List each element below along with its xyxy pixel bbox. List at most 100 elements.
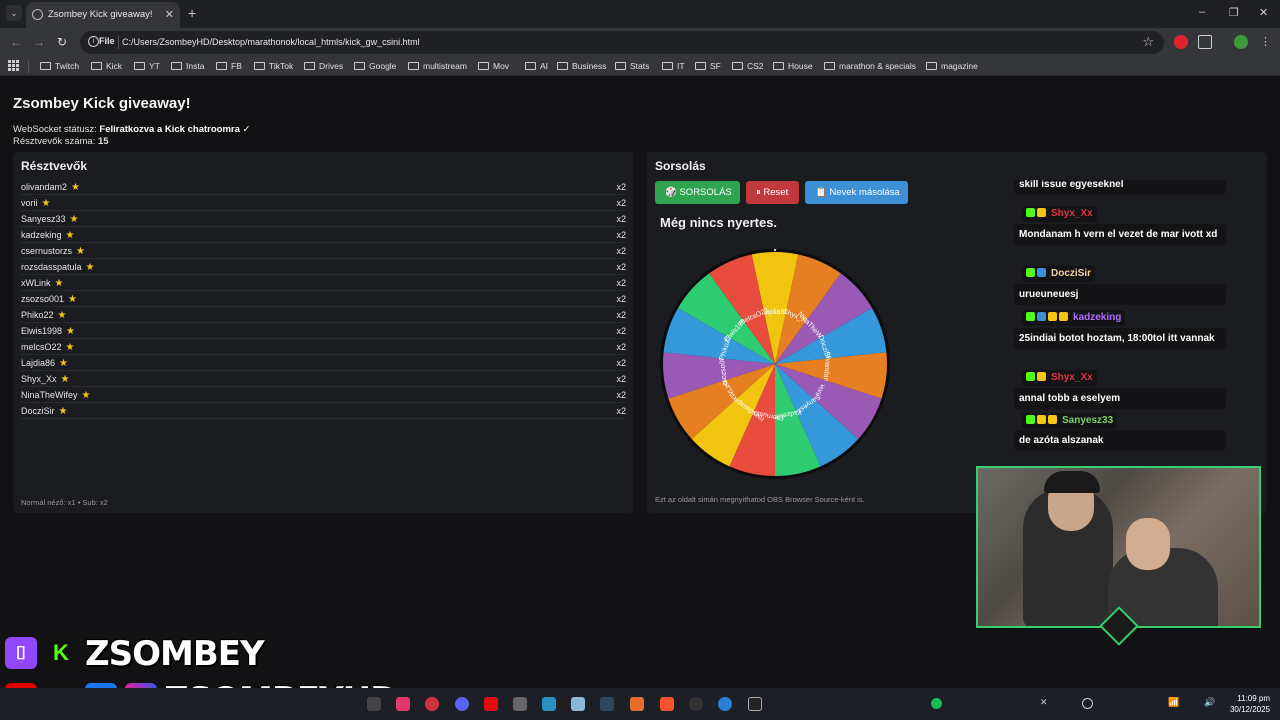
sub-star-icon: ★: [57, 310, 67, 321]
taskbar-app-icon[interactable]: [542, 697, 556, 711]
bookmark-item[interactable]: IT: [662, 61, 685, 71]
bookmark-item[interactable]: Drives: [304, 61, 343, 71]
tray-icon[interactable]: ✕: [1040, 697, 1054, 711]
chat-message: urueuneuesj: [1014, 284, 1226, 305]
chat-badge-icon: [1048, 312, 1057, 321]
bookmark-label: Mov: [493, 61, 510, 71]
bookmark-item[interactable]: Business: [557, 61, 607, 71]
close-window-button[interactable]: ✕: [1259, 6, 1268, 19]
steam-icon[interactable]: [600, 697, 614, 711]
chat-badge-icon: [1026, 312, 1035, 321]
chat-overlay: skill issue egyeseknel Shyx_Xx Mondanam h …: [1014, 180, 1228, 460]
extension-icon[interactable]: [1174, 35, 1188, 49]
taskbar-app-icon[interactable]: [718, 697, 732, 711]
bookmark-label: marathon & specials: [839, 61, 917, 71]
taskbar-app-icon[interactable]: [367, 697, 381, 711]
participant-multiplier: x2: [616, 198, 626, 208]
url-text[interactable]: C:/Users/ZsombeyHD/Desktop/marathonok/lo…: [122, 37, 420, 47]
address-bar[interactable]: i File C:/Users/ZsombeyHD/Desktop/marath…: [80, 31, 1164, 54]
tray-icon[interactable]: [1082, 698, 1093, 709]
tab-search-menu-icon[interactable]: ⌄: [6, 5, 22, 21]
chat-username[interactable]: Shyx_Xx: [1022, 206, 1097, 222]
taskbar-app-icon[interactable]: [425, 697, 439, 711]
clock-date: 30/12/2025: [1229, 705, 1270, 715]
chat-badge-icon: [1026, 208, 1035, 217]
discord-icon[interactable]: [455, 697, 469, 711]
folder-icon: [662, 62, 673, 70]
participant-multiplier: x2: [616, 390, 626, 400]
draw-button[interactable]: 🎲 SORSOLÁS: [655, 181, 740, 204]
taskbar-app-icon[interactable]: [630, 697, 644, 711]
chat-username[interactable]: DocziSir: [1022, 266, 1096, 282]
chat-username[interactable]: Sanyesz33: [1022, 413, 1118, 429]
chat-username[interactable]: kadzeking: [1022, 310, 1126, 326]
close-tab-icon[interactable]: ✕: [165, 8, 174, 21]
chat-badge-icon: [1059, 312, 1068, 321]
taskbar-app-icon[interactable]: [396, 697, 410, 711]
wheel-svg: Lajdia86Shyx_XxNinaTheWifeyDocziSiroliva…: [660, 248, 890, 479]
bookmark-label: SF: [710, 61, 721, 71]
participant-name: rozsdasspatula: [21, 262, 82, 272]
bookmark-item[interactable]: TikTok: [254, 61, 293, 71]
participant-row: vorii ★ x2: [21, 195, 626, 211]
bookmark-label: Kick: [106, 61, 123, 71]
bookmark-item[interactable]: Google: [354, 61, 396, 71]
bookmark-item[interactable]: House: [773, 61, 813, 71]
menu-kebab-icon[interactable]: ⋮: [1260, 35, 1274, 49]
bookmark-item[interactable]: Insta: [171, 61, 204, 71]
bookmark-item[interactable]: magazine: [926, 61, 978, 71]
bookmark-item[interactable]: Twitch: [40, 61, 79, 71]
bookmark-label: multistream: [423, 61, 467, 71]
participant-row: Elwis1998 ★ x2: [21, 323, 626, 339]
minimize-button[interactable]: –: [1199, 6, 1205, 18]
taskbar-app-icon[interactable]: [571, 697, 585, 711]
bookmark-item[interactable]: YT: [134, 61, 160, 71]
folder-icon: [557, 62, 568, 70]
extensions-puzzle-icon[interactable]: [1198, 35, 1212, 49]
reset-button[interactable]: ⏸ Reset: [746, 181, 799, 204]
tab-active[interactable]: Zsombey Kick giveaway! ✕: [26, 2, 180, 28]
back-arrow-icon[interactable]: ←: [10, 35, 22, 49]
participant-multiplier: x2: [616, 246, 626, 256]
taskbar-clock[interactable]: 11:09 pm 30/12/2025: [1230, 693, 1270, 715]
apps-grid-icon[interactable]: [8, 60, 19, 71]
info-icon[interactable]: i: [88, 36, 99, 47]
bookmark-item[interactable]: Kick: [91, 61, 122, 71]
new-tab-button[interactable]: +: [188, 5, 196, 21]
chat-message: Mondanam h vern el vezet de mar ivott xd: [1014, 224, 1226, 245]
participant-row: Phiko22 ★ x2: [21, 307, 626, 323]
wifi-icon[interactable]: 📶: [1168, 697, 1182, 711]
chat-username-text: Sanyesz33: [1062, 415, 1114, 426]
forward-arrow-icon[interactable]: →: [33, 35, 45, 49]
chat-message: 25indiai botot hoztam, 18:00tol itt vann…: [1014, 328, 1226, 349]
epic-games-icon[interactable]: [748, 697, 762, 711]
participant-multiplier: x2: [616, 214, 626, 224]
bookmark-item[interactable]: FB: [216, 61, 242, 71]
bookmark-item[interactable]: Stats: [615, 61, 649, 71]
copy-names-button[interactable]: 📋 Nevek másolása: [805, 181, 908, 204]
participant-row: olivandam2 ★ x2: [21, 179, 626, 195]
bookmark-item[interactable]: AI: [525, 61, 548, 71]
brave-icon[interactable]: [660, 697, 674, 711]
spotify-tray-icon[interactable]: [931, 698, 942, 709]
bookmark-item[interactable]: SF: [695, 61, 721, 71]
bookmark-star-icon[interactable]: ☆: [1142, 34, 1154, 50]
obs-icon[interactable]: [689, 697, 703, 711]
participant-name: zsozso001: [21, 294, 65, 304]
profile-avatar[interactable]: [1234, 35, 1248, 49]
folder-icon: [773, 62, 784, 70]
bookmark-item[interactable]: CS2: [732, 61, 764, 71]
volume-icon[interactable]: 🔊: [1204, 697, 1218, 711]
taskbar-app-icon[interactable]: [513, 697, 527, 711]
participant-name: vorii: [21, 198, 38, 208]
maximize-button[interactable]: ❐: [1229, 6, 1239, 19]
netflix-icon[interactable]: [484, 697, 498, 711]
participant-name: Shyx_Xx: [21, 374, 57, 384]
bookmark-item[interactable]: multistream: [408, 61, 467, 71]
chat-badge-icon: [1048, 415, 1057, 424]
sub-star-icon: ★: [60, 374, 70, 385]
bookmark-item[interactable]: marathon & specials: [824, 61, 916, 71]
chat-username[interactable]: Shyx_Xx: [1022, 370, 1097, 386]
reload-icon[interactable]: ↻: [57, 35, 67, 49]
bookmark-item[interactable]: Mov: [478, 61, 509, 71]
